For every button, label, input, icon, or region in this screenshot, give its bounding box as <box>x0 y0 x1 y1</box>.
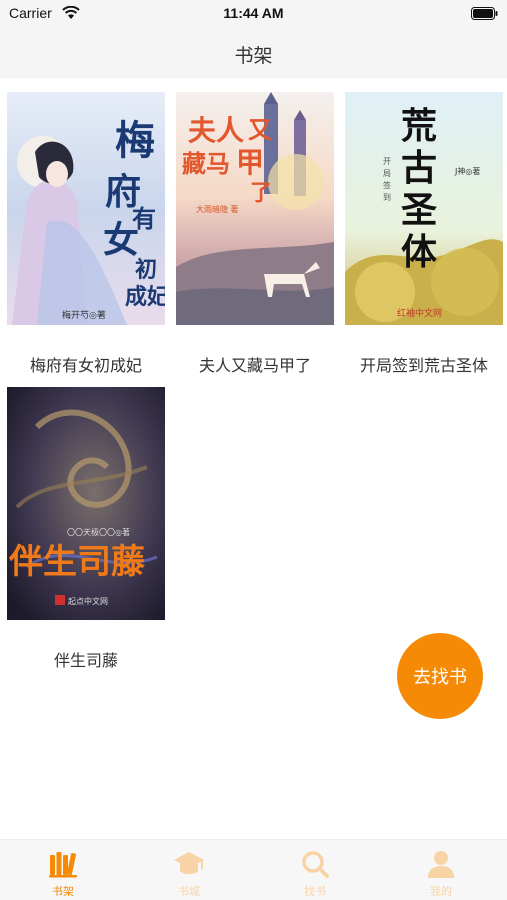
tab-find-books[interactable]: 找书 <box>252 840 378 900</box>
tab-bar: 书架 书城 找书 我的 <box>0 839 507 900</box>
page-title: 书架 <box>234 45 273 67</box>
book-cover[interactable]: 夫人 又 藏马 甲 了 大雨暗隐 著 <box>176 92 334 325</box>
svg-text:伴生司藤: 伴生司藤 <box>8 542 145 582</box>
svg-text:圣: 圣 <box>401 189 437 231</box>
svg-text:又: 又 <box>248 115 273 144</box>
tab-profile[interactable]: 我的 <box>378 840 504 900</box>
svg-text:签: 签 <box>383 180 391 190</box>
book-cover-image: 伴生司藤 〇〇天极〇〇◎著 起点中文网 <box>7 387 165 620</box>
bookshelf-icon <box>49 852 77 878</box>
find-books-label: 去找书 <box>413 667 467 688</box>
book-title[interactable]: 开局签到荒古圣体 <box>335 352 507 376</box>
svg-text:体: 体 <box>401 231 437 273</box>
book-title[interactable]: 伴生司藤 <box>0 647 175 671</box>
status-bar: Carrier 11:44 AM <box>0 0 507 28</box>
svg-text:局: 局 <box>383 169 391 178</box>
book-title[interactable]: 梅府有女初成妃 <box>0 352 175 376</box>
tab-label: 找书 <box>304 885 326 898</box>
svg-text:梅: 梅 <box>115 117 155 164</box>
search-icon <box>302 851 329 878</box>
graduation-cap-icon <box>174 852 204 874</box>
book-cover[interactable]: 梅 府 有 女 初 成妃 梅开芍◎著 <box>7 92 165 325</box>
cover-publisher: 起点中文网 <box>68 596 108 606</box>
svg-text:女: 女 <box>103 219 139 261</box>
book-cover-image: 荒 古 圣 体 开局签到 J神◎著 红袖中文网 <box>345 92 503 325</box>
tab-label: 书架 <box>52 885 74 898</box>
svg-text:开: 开 <box>383 157 391 166</box>
cover-publisher: 红袖中文网 <box>397 307 442 319</box>
book-cover-image: 梅 府 有 女 初 成妃 梅开芍◎著 <box>7 92 165 325</box>
status-time: 11:44 AM <box>223 5 284 21</box>
cover-author: J神◎著 <box>454 166 480 176</box>
tab-label: 我的 <box>430 885 452 898</box>
svg-text:古: 古 <box>401 147 437 189</box>
tab-bookstore[interactable]: 书城 <box>126 840 252 900</box>
svg-text:了: 了 <box>250 180 272 206</box>
svg-text:荒: 荒 <box>401 105 437 147</box>
tab-label: 书城 <box>178 885 200 898</box>
battery-icon <box>471 7 498 20</box>
svg-text:藏马: 藏马 <box>182 149 230 178</box>
nav-bar: 书架 <box>0 28 507 78</box>
svg-text:初: 初 <box>135 257 157 283</box>
svg-text:甲: 甲 <box>236 146 264 179</box>
svg-text:到: 到 <box>383 193 391 202</box>
find-books-button[interactable]: 去找书 <box>397 633 483 719</box>
book-cover-image: 夫人 又 藏马 甲 了 大雨暗隐 著 <box>176 92 334 325</box>
tab-bookshelf[interactable]: 书架 <box>0 840 126 900</box>
person-icon <box>428 851 454 878</box>
cover-author: 〇〇天极〇〇◎著 <box>67 527 130 537</box>
svg-text:夫人: 夫人 <box>188 114 244 147</box>
book-cover[interactable]: 荒 古 圣 体 开局签到 J神◎著 红袖中文网 <box>345 92 503 325</box>
book-cover[interactable]: 伴生司藤 〇〇天极〇〇◎著 起点中文网 <box>7 387 165 620</box>
cover-author: 梅开芍◎著 <box>62 309 106 321</box>
svg-text:成妃: 成妃 <box>125 284 165 310</box>
book-title[interactable]: 夫人又藏马甲了 <box>166 352 344 376</box>
cover-author: 大雨暗隐 著 <box>196 204 239 214</box>
